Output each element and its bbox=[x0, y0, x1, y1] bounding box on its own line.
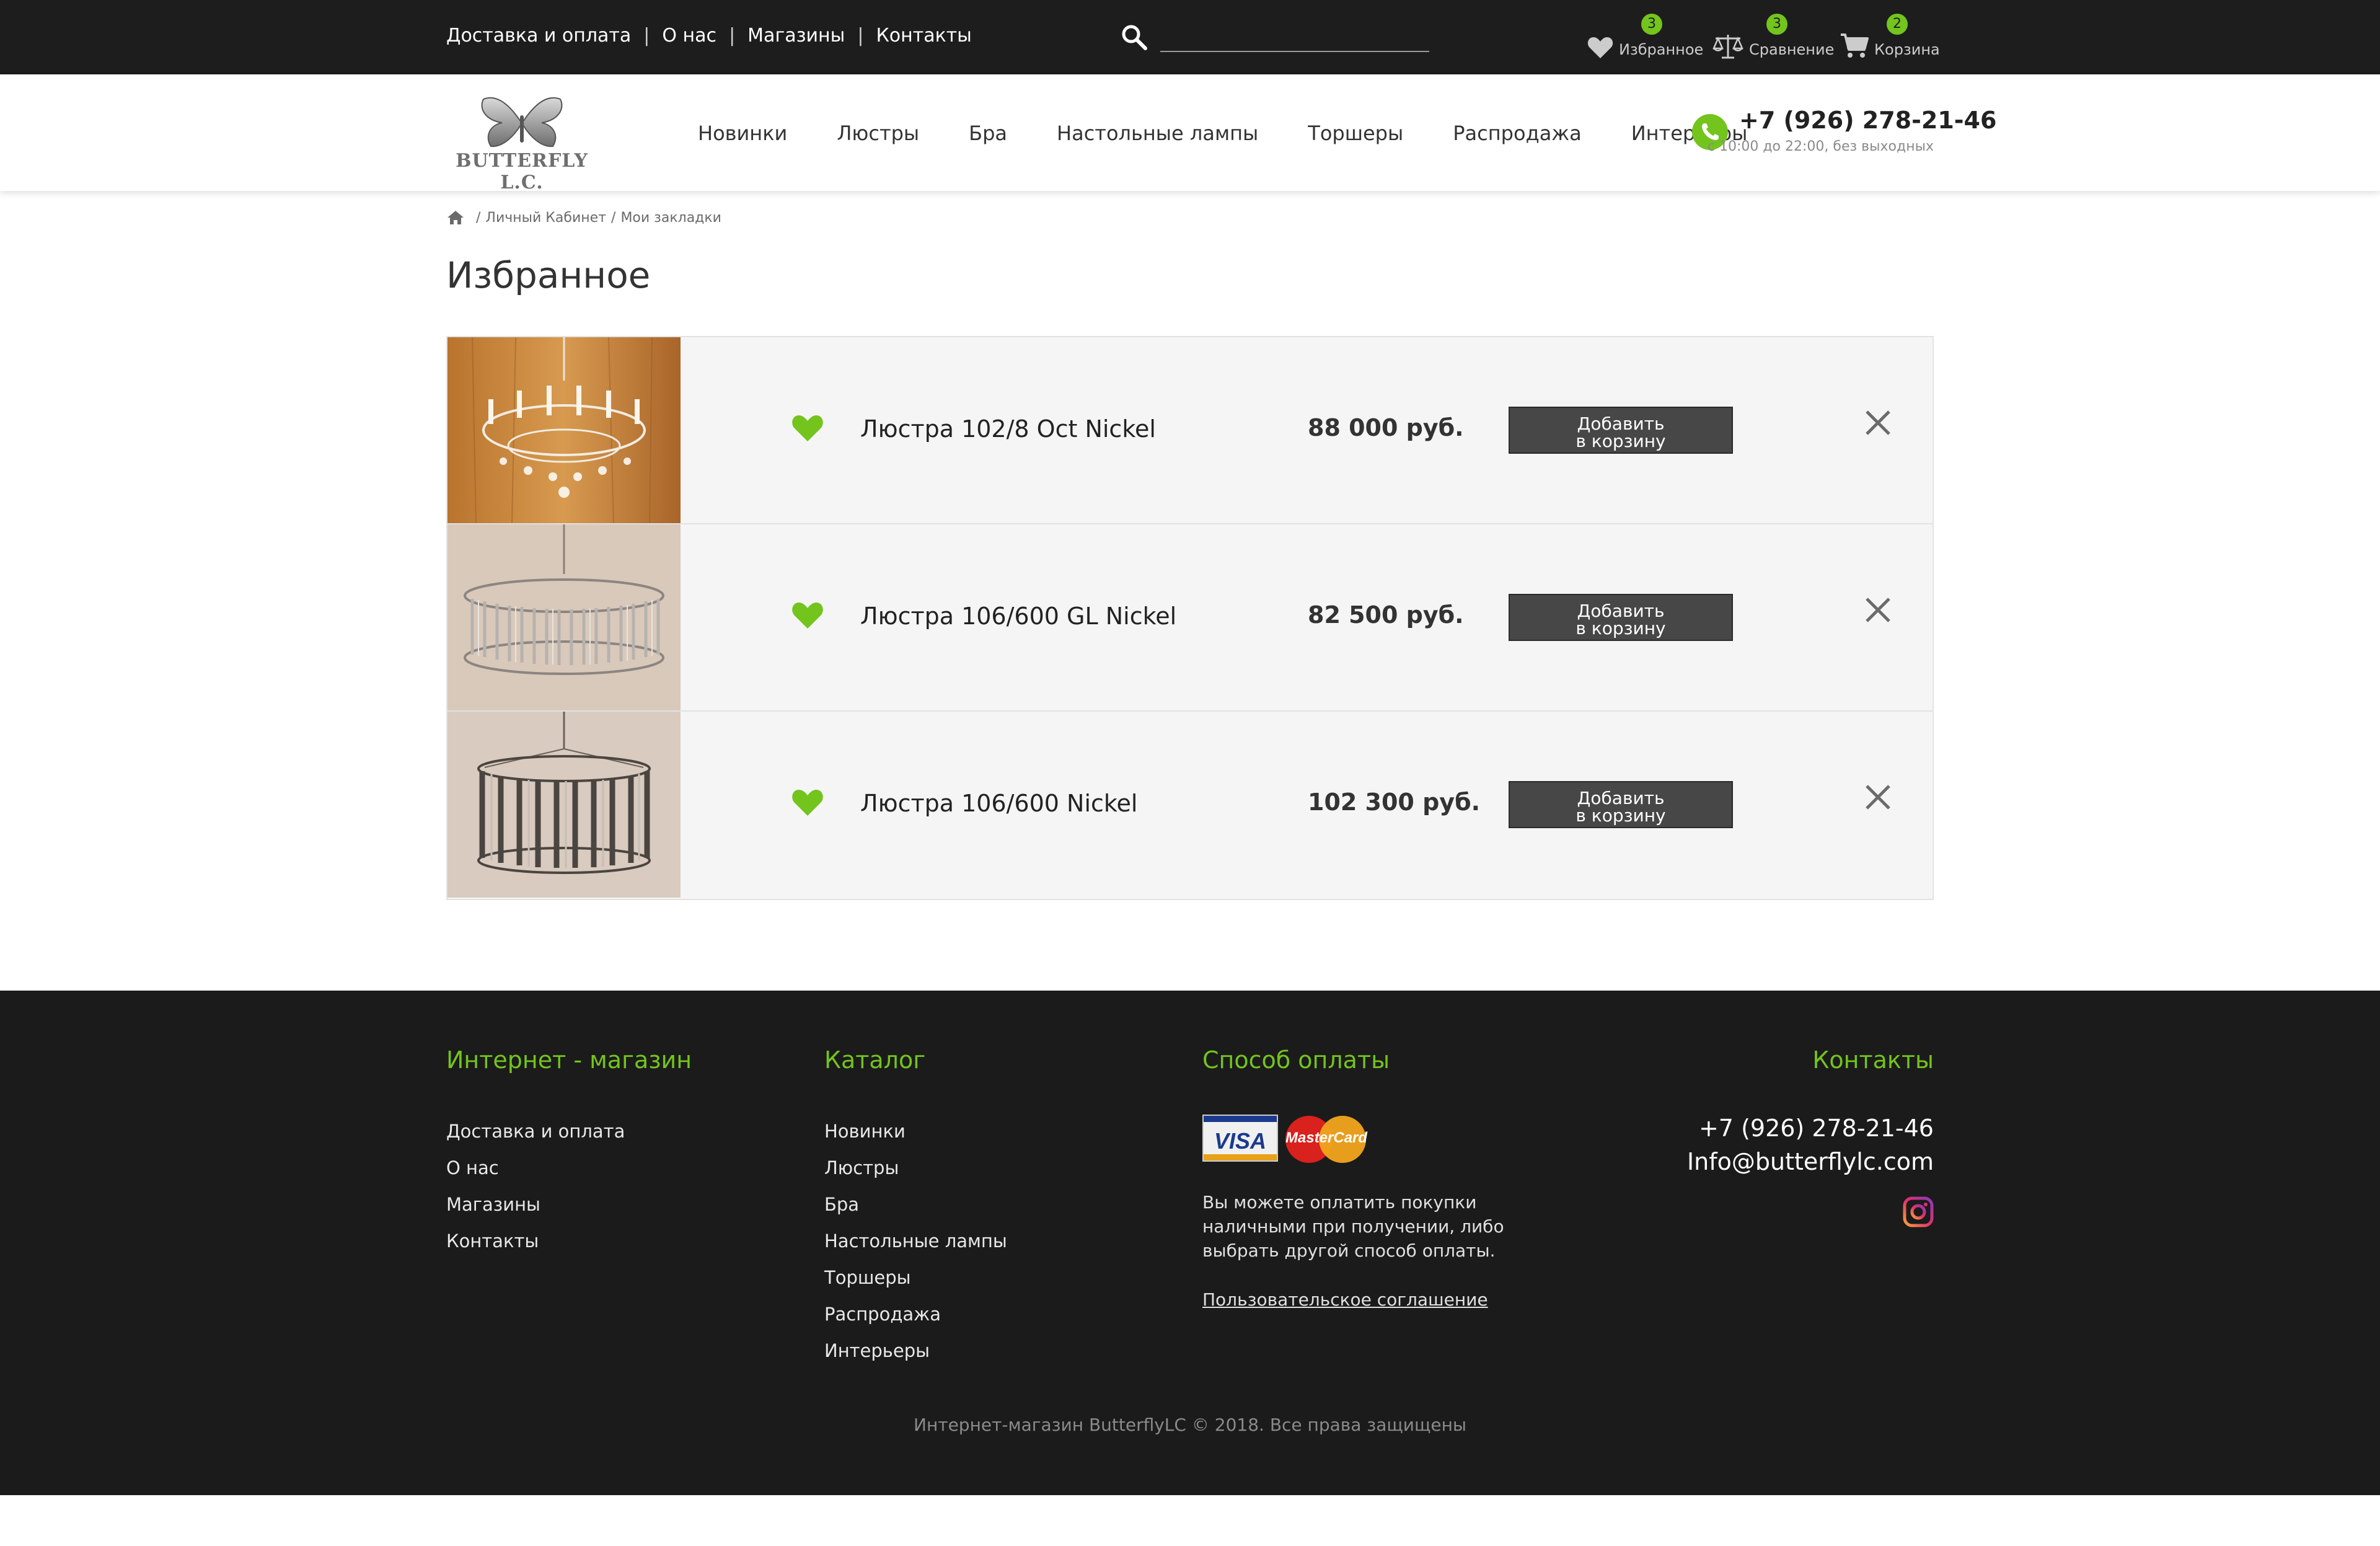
top-link-contacts[interactable]: Контакты bbox=[876, 25, 971, 46]
footer-shop-heading: Интернет - магазин bbox=[446, 1046, 692, 1074]
instagram-icon[interactable] bbox=[1903, 1196, 1934, 1227]
footer-catalog-table-lamps[interactable]: Настольные лампы bbox=[824, 1223, 1007, 1260]
cart-label: Корзина bbox=[1874, 41, 1940, 58]
add-to-cart-button[interactable]: Добавить в корзину bbox=[1509, 594, 1733, 641]
cart-count-badge: 2 bbox=[1887, 14, 1908, 35]
home-icon[interactable] bbox=[446, 210, 465, 226]
page-title: Избранное bbox=[446, 254, 651, 296]
payment-text: Вы можете оплатить покупки наличными при… bbox=[1202, 1192, 1504, 1261]
search-input[interactable] bbox=[1160, 24, 1429, 52]
heart-icon[interactable] bbox=[791, 600, 824, 630]
product-image[interactable] bbox=[447, 524, 681, 710]
footer-catalog-new[interactable]: Новинки bbox=[824, 1113, 1007, 1150]
footer-catalog-interiors[interactable]: Интерьеры bbox=[824, 1333, 1007, 1369]
payment-cards: VISA MasterCard bbox=[1202, 1115, 1367, 1164]
separator: | bbox=[643, 25, 650, 46]
compare-count-badge: 3 bbox=[1766, 14, 1787, 35]
nav-sale[interactable]: Распродажа bbox=[1453, 121, 1581, 145]
breadcrumb-bookmarks[interactable]: Мои закладки bbox=[620, 210, 721, 226]
add-to-cart-label-line2: в корзину bbox=[1576, 618, 1666, 638]
top-link-shops[interactable]: Магазины bbox=[747, 25, 845, 46]
add-to-cart-button[interactable]: Добавить в корзину bbox=[1509, 407, 1733, 454]
product-price: 88 000 руб. bbox=[1308, 414, 1464, 441]
footer-catalog-chandeliers[interactable]: Люстры bbox=[824, 1150, 1007, 1186]
copyright: Интернет-магазин ButterflyLC © 2018. Все… bbox=[914, 1415, 1466, 1435]
footer-link-delivery[interactable]: Доставка и оплата bbox=[446, 1113, 625, 1150]
footer-shop-links: Доставка и оплата О нас Магазины Контакт… bbox=[446, 1113, 625, 1260]
add-to-cart-button[interactable]: Добавить в корзину bbox=[1509, 781, 1733, 828]
top-link-delivery[interactable]: Доставка и оплата bbox=[446, 25, 631, 46]
nav-floor-lamps[interactable]: Торшеры bbox=[1308, 121, 1403, 145]
footer-link-about[interactable]: О нас bbox=[446, 1150, 625, 1186]
separator: | bbox=[729, 25, 736, 46]
separator: | bbox=[857, 25, 864, 46]
close-icon[interactable] bbox=[1863, 595, 1893, 625]
breadcrumb-account[interactable]: Личный Кабинет bbox=[485, 210, 606, 226]
add-to-cart-label-line2: в корзину bbox=[1576, 431, 1666, 451]
footer-catalog-floor-lamps[interactable]: Торшеры bbox=[824, 1260, 1007, 1296]
footer-contacts-heading: Контакты bbox=[1812, 1046, 1934, 1074]
nav-sconces[interactable]: Бра bbox=[969, 121, 1007, 145]
top-link-about[interactable]: О нас bbox=[662, 25, 716, 46]
compare-link[interactable]: Сравнение 3 bbox=[1712, 12, 1834, 62]
compare-label: Сравнение bbox=[1749, 41, 1835, 58]
nav-new[interactable]: Новинки bbox=[698, 121, 787, 145]
top-links: Доставка и оплата | О нас | Магазины | К… bbox=[446, 25, 972, 46]
mastercard-label: MasterCard bbox=[1285, 1129, 1368, 1146]
mastercard-logo: MasterCard bbox=[1285, 1115, 1367, 1164]
visa-label: VISA bbox=[1214, 1128, 1267, 1154]
footer-catalog-links: Новинки Люстры Бра Настольные лампы Торш… bbox=[824, 1113, 1007, 1369]
list-item: Люстра 102/8 Oct Nickel 88 000 руб. Доба… bbox=[447, 337, 1933, 524]
footer-link-shops[interactable]: Магазины bbox=[446, 1186, 625, 1223]
cart-link[interactable]: Корзина 2 bbox=[1840, 12, 1940, 62]
close-icon[interactable] bbox=[1863, 408, 1893, 438]
favorites-list: Люстра 102/8 Oct Nickel 88 000 руб. Доба… bbox=[446, 336, 1934, 900]
logo-text: BUTTERFLY L.C. bbox=[456, 150, 588, 193]
logo[interactable]: BUTTERFLY L.C. bbox=[446, 91, 597, 193]
header-phone[interactable]: +7 (926) 278-21-46 bbox=[1739, 107, 1996, 134]
favorites-label: Избранное bbox=[1619, 41, 1704, 58]
breadcrumb-separator: / bbox=[476, 210, 481, 226]
heart-icon bbox=[1587, 37, 1613, 58]
close-icon[interactable] bbox=[1863, 782, 1893, 812]
cart-icon bbox=[1841, 33, 1869, 58]
breadcrumb-separator: / bbox=[611, 210, 616, 226]
main-nav: Новинки Люстры Бра Настольные лампы Торш… bbox=[698, 121, 1747, 145]
product-name[interactable]: Люстра 106/600 GL Nickel bbox=[860, 603, 1176, 630]
product-image[interactable] bbox=[447, 337, 681, 523]
heart-icon[interactable] bbox=[791, 787, 824, 817]
add-to-cart-label-line2: в корзину bbox=[1576, 805, 1666, 826]
footer-catalog-heading: Каталог bbox=[824, 1046, 926, 1074]
nav-table-lamps[interactable]: Настольные лампы bbox=[1057, 121, 1258, 145]
product-name[interactable]: Люстра 106/600 Nickel bbox=[860, 790, 1137, 817]
list-item: Люстра 106/600 Nickel 102 300 руб. Добав… bbox=[447, 712, 1933, 899]
scales-icon bbox=[1712, 35, 1743, 59]
product-price: 102 300 руб. bbox=[1308, 788, 1481, 816]
visa-logo: VISA bbox=[1202, 1115, 1278, 1162]
breadcrumb: / Личный Кабинет / Мои закладки bbox=[446, 210, 721, 226]
logo-butterfly-icon bbox=[481, 97, 563, 148]
footer-catalog-sale[interactable]: Распродажа bbox=[824, 1296, 1007, 1333]
favorites-link[interactable]: Избранное 3 bbox=[1587, 12, 1703, 62]
footer-link-contacts[interactable]: Контакты bbox=[446, 1223, 625, 1260]
heart-icon[interactable] bbox=[791, 413, 824, 443]
favorites-count-badge: 3 bbox=[1641, 14, 1662, 35]
header-hours: с 10:00 до 22:00, без выходных bbox=[1707, 139, 1934, 154]
footer-phone[interactable]: +7 (926) 278-21-46 bbox=[1699, 1115, 1934, 1142]
product-name[interactable]: Люстра 102/8 Oct Nickel bbox=[860, 415, 1156, 443]
product-price: 82 500 руб. bbox=[1308, 601, 1464, 629]
product-image[interactable] bbox=[447, 712, 681, 898]
user-agreement-link[interactable]: Пользовательское соглашение bbox=[1202, 1289, 1488, 1310]
footer-catalog-sconces[interactable]: Бра bbox=[824, 1186, 1007, 1223]
footer: Интернет - магазин Доставка и оплата О н… bbox=[0, 991, 2380, 1495]
nav-chandeliers[interactable]: Люстры bbox=[837, 121, 919, 145]
footer-payment-heading: Способ оплаты bbox=[1202, 1046, 1390, 1074]
list-item: Люстра 106/600 GL Nickel 82 500 руб. Доб… bbox=[447, 524, 1933, 712]
footer-email[interactable]: Info@butterflylc.com bbox=[1687, 1148, 1934, 1175]
search-icon[interactable] bbox=[1119, 22, 1149, 52]
